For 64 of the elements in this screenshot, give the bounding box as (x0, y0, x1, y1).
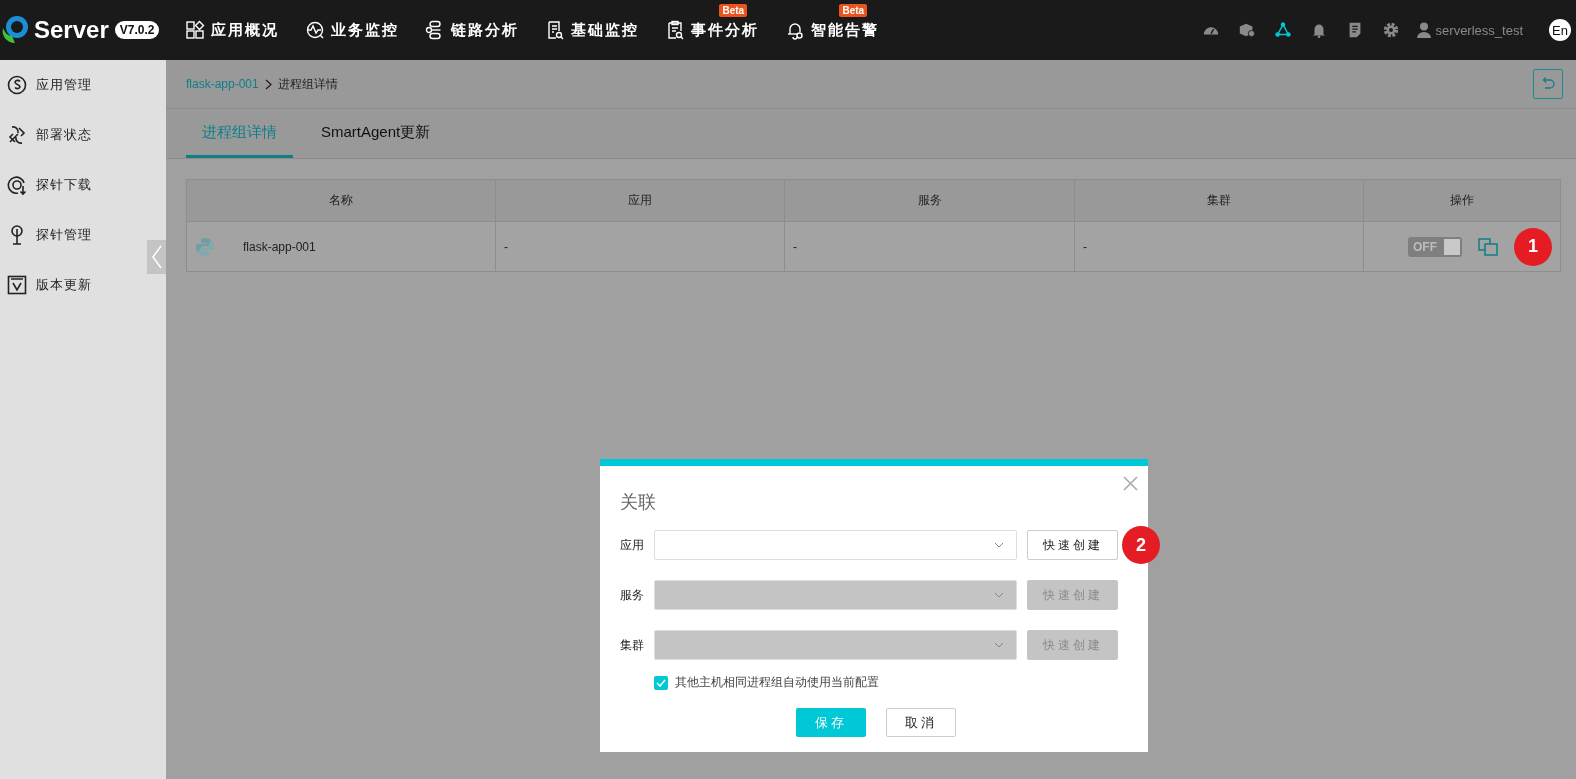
language-button[interactable]: En (1549, 19, 1571, 41)
dialog-title: 关联 (620, 491, 656, 514)
table-cell: flask-app-001 (243, 239, 316, 254)
sidebar-item[interactable]: 探针管理 (0, 210, 166, 260)
cancel-button[interactable]: 取消 (886, 708, 956, 737)
gear-icon[interactable] (1381, 21, 1400, 39)
version-badge: V7.0.2 (114, 21, 160, 39)
column-header: 名称 (186, 179, 496, 222)
pulse-icon (305, 20, 326, 40)
close-icon[interactable] (1123, 476, 1138, 491)
user-icon (1416, 22, 1431, 38)
column-header: 集群 (1074, 179, 1364, 222)
quick-create-button[interactable]: 快速创建 (1027, 530, 1118, 560)
field-label: 集群 (620, 636, 645, 654)
update-icon (6, 274, 28, 296)
breadcrumb-item: 进程组详情 (277, 75, 338, 93)
app-icon (6, 74, 28, 96)
checkbox[interactable] (654, 675, 668, 690)
user-name: serverless_test (1435, 22, 1523, 38)
table-cell: - (1074, 221, 1364, 272)
sidebar-item[interactable]: 版本更新 (0, 260, 166, 310)
brand-name: Server (34, 16, 109, 44)
field-label: 应用 (620, 536, 645, 554)
nav-item[interactable]: 基础监控 (545, 20, 666, 40)
python-icon (195, 236, 215, 257)
nav-item[interactable]: 事件分析 (665, 20, 786, 40)
column-header: 操作 (1363, 179, 1561, 222)
box-icon[interactable] (1237, 21, 1256, 39)
beta-badge: Beta (719, 4, 748, 17)
column-header: 应用 (495, 179, 785, 222)
sidebar-item[interactable]: 探针下载 (0, 160, 166, 210)
nav-item[interactable]: 应用概况 (185, 20, 306, 40)
table-cell: - (495, 221, 785, 272)
grid-icon (185, 20, 206, 40)
chevron-right-icon (264, 78, 272, 90)
beta-badge: Beta (839, 4, 868, 17)
copy-icon[interactable] (1478, 237, 1498, 256)
user-menu[interactable]: serverless_test (1416, 22, 1523, 38)
collapse-button[interactable] (147, 240, 166, 274)
step-marker: 1 (1514, 227, 1552, 266)
select-field[interactable] (654, 530, 1017, 560)
doc-icon (545, 20, 566, 40)
table-cell: - (784, 221, 1075, 272)
step-marker: 2 (1122, 526, 1160, 564)
download-icon (6, 174, 28, 196)
field-label: 服务 (620, 586, 645, 604)
nav-item[interactable]: 链路分析 (425, 20, 546, 40)
nodes-icon[interactable] (1273, 21, 1292, 39)
tab[interactable]: SmartAgent更新 (305, 109, 447, 158)
clip-icon (665, 20, 686, 40)
checkbox-label: 其他主机相同进程组自动使用当前配置 (675, 674, 879, 691)
sidebar-item[interactable]: 应用管理 (0, 60, 166, 110)
back-button[interactable] (1533, 69, 1563, 99)
chevron-down-icon (994, 542, 1004, 548)
sidebar-item[interactable]: 部署状态 (0, 110, 166, 160)
column-header: 服务 (784, 179, 1075, 222)
chevron-down-icon (994, 592, 1004, 598)
chevron-left-icon (151, 245, 162, 269)
nav-item[interactable]: 业务监控 (305, 20, 426, 40)
switch-label: OFF (1413, 239, 1437, 254)
chevron-down-icon (994, 642, 1004, 648)
bell-icon (785, 20, 806, 40)
undo-icon (1540, 76, 1556, 92)
nav-item[interactable]: 智能告警 (785, 20, 906, 40)
